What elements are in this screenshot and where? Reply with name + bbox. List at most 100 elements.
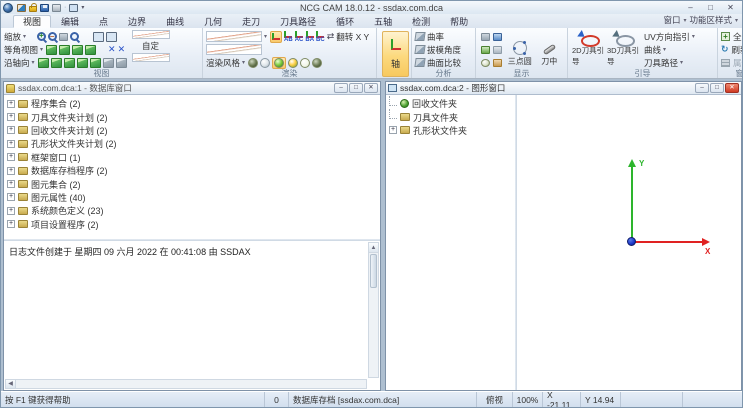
flip-icon[interactable]: ⇄ [327,31,335,42]
tool-center-button[interactable]: 刀中 [535,30,565,68]
tab-help[interactable]: 帮助 [440,15,478,28]
curvature-button[interactable]: 曲率 [415,30,472,43]
maximize-button[interactable]: □ [701,3,720,13]
render-mode-5-icon[interactable] [300,58,310,68]
render-mode-6-icon[interactable] [312,58,322,68]
guide-2d-button[interactable]: 2D刀具引导 [571,30,606,68]
render-mode-4-icon[interactable] [288,58,298,68]
qat-dropdown-icon[interactable]: ▾ [81,4,84,11]
render-style-menu[interactable]: 渲染风格 [206,57,240,69]
tree-item[interactable]: + 框架窗口 (1) [7,151,380,164]
axis-pair-ab[interactable]: AB [284,31,293,43]
zoom-dropdown-icon[interactable]: ▾ [23,33,26,40]
axis-pair-ba[interactable]: BA [305,31,314,43]
tab-boundary[interactable]: 边界 [118,15,156,28]
window-menu-dropdown-icon[interactable]: ▾ [683,17,686,24]
graphics-maximize-button[interactable]: □ [710,83,724,93]
view-screen-icon[interactable] [93,32,104,42]
toolpath-guide-menu[interactable]: 刀具路径 ▾ [644,56,696,69]
axis-toggle-button[interactable]: 轴 [382,31,409,77]
window-layout-icon[interactable] [69,4,78,12]
axis-view-5-icon[interactable] [90,58,101,68]
expand-icon[interactable]: + [389,126,397,134]
expand-icon[interactable]: + [7,153,15,161]
properties-button[interactable]: 属性 [721,56,743,69]
zoom-out-icon[interactable] [48,32,57,41]
zoom-menu[interactable]: 缩放 [4,31,21,43]
axis-view-1-icon[interactable] [38,58,49,68]
three-point-circle-button[interactable]: 三点圆 [505,30,535,68]
expand-icon[interactable]: + [7,220,15,228]
curve-guide-menu[interactable]: 曲线 ▾ [644,43,696,56]
ribbon-style-dropdown-icon[interactable]: ▾ [735,17,738,24]
graphics-close-button[interactable]: ✕ [725,83,739,93]
expand-icon[interactable]: + [7,113,15,121]
custom-view-thumb-bottom[interactable] [132,53,170,62]
display-icon-3[interactable] [481,46,490,54]
axis-view-6-icon[interactable] [103,58,114,68]
tab-cycle[interactable]: 循环 [326,15,364,28]
tab-inspect[interactable]: 检测 [402,15,440,28]
expand-icon[interactable]: + [7,100,15,108]
iso-view-menu[interactable]: 等角视图 [4,44,38,56]
scroll-left-icon[interactable]: ◀ [6,380,16,388]
along-axis-dropdown-icon[interactable]: ▾ [32,59,35,66]
zoom-previous-icon[interactable] [70,32,79,41]
axis-view-7-icon[interactable] [116,58,127,68]
database-close-button[interactable]: ✕ [364,83,378,93]
tab-curve[interactable]: 曲线 [156,15,194,28]
close-button[interactable]: ✕ [721,3,740,13]
ribbon-style-menu[interactable]: 功能区样式 [689,14,732,26]
tree-item-recycle-folder[interactable]: 回收文件夹 [389,97,514,110]
tab-edit[interactable]: 编辑 [51,15,89,28]
render-mode-2-icon[interactable] [260,58,270,68]
tree-item[interactable]: + 数据库存档程序 (2) [7,164,380,177]
expand-icon[interactable]: + [7,180,15,188]
render-style-thumb-1[interactable] [206,31,262,42]
tree-item[interactable]: + 孔形状文件夹计划 (2) [7,137,380,150]
tree-item-tool-folder[interactable]: 刀具文件夹 [389,110,514,123]
iso-view-1-icon[interactable] [46,45,57,55]
tab-toolpath[interactable]: 刀具路径 [270,15,326,28]
draft-angle-button[interactable]: 拔模角度 [415,43,472,56]
iso-view-3-icon[interactable] [72,45,83,55]
print-icon[interactable] [52,4,61,12]
edit-icon[interactable] [17,4,26,12]
log-vertical-scrollbar[interactable]: ▲ [368,242,379,378]
tree-item[interactable]: + 图元集合 (2) [7,177,380,190]
app-logo-icon[interactable] [3,3,13,13]
custom-view-thumb-top[interactable] [132,30,170,39]
flip-xy-button[interactable]: 翻转 X Y [336,31,369,43]
iso-view-dropdown-icon[interactable]: ▾ [40,46,43,53]
guide-3d-button[interactable]: 3D刀具引导 [606,30,641,68]
tab-cutting[interactable]: 走刀 [232,15,270,28]
save-icon[interactable] [40,4,49,12]
scroll-thumb[interactable] [370,254,377,288]
fullscreen-button[interactable]: + 全屏 [721,30,743,43]
axis-view-4-icon[interactable] [77,58,88,68]
surface-compare-button[interactable]: 曲面比较 [415,56,472,69]
tab-geometry[interactable]: 几何 [194,15,232,28]
display-icon-5[interactable] [481,59,490,67]
scroll-up-icon[interactable]: ▲ [369,243,378,253]
tree-item-hole-folder[interactable]: + 孔形状文件夹 [389,124,514,137]
axis-view-2-icon[interactable] [51,58,62,68]
database-minimize-button[interactable]: – [334,83,348,93]
expand-icon[interactable]: + [7,207,15,215]
tree-item[interactable]: + 程序集合 (2) [7,97,380,110]
fit-all-icon[interactable]: ✕ [118,44,126,55]
zoom-in-icon[interactable] [37,32,46,41]
axis-view-3-icon[interactable] [64,58,75,68]
tree-item[interactable]: + 项目设置程序 (2) [7,218,380,231]
expand-icon[interactable]: + [7,193,15,201]
tab-point[interactable]: 点 [89,15,118,28]
log-horizontal-scrollbar[interactable]: ◀ [5,379,367,389]
expand-icon[interactable]: + [7,126,15,134]
zoom-window-icon[interactable] [59,33,68,41]
minimize-button[interactable]: – [681,3,700,13]
along-axis-menu[interactable]: 沿轴向 [4,57,30,69]
fit-view-icon[interactable]: ✕ [108,44,116,55]
tab-five-axis[interactable]: 五轴 [364,15,402,28]
render-gallery-dropdown-icon[interactable]: ▾ [264,33,267,40]
display-icon-4[interactable] [493,46,502,54]
